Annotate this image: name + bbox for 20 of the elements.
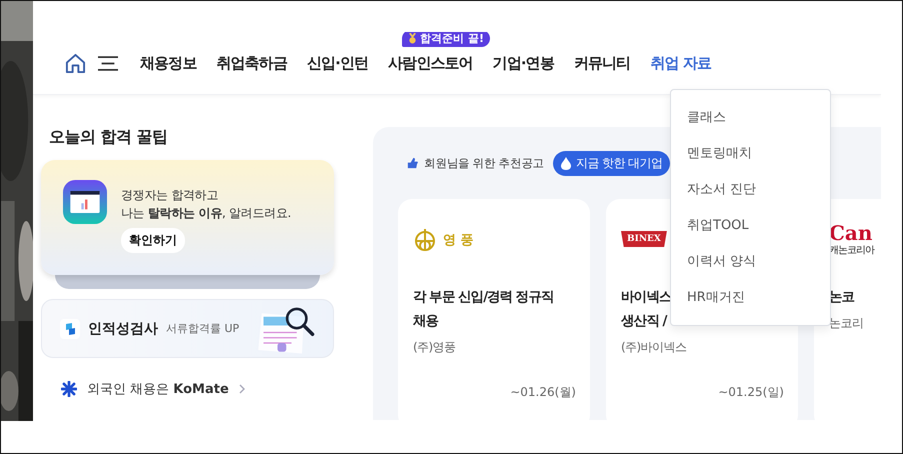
deadline-date: ~01.25(일) [718, 384, 784, 401]
job-title: 각 부문 신입/경력 정규직 [413, 288, 554, 307]
promo-text: 나는 탈락하는 이유, 알려드려요. [121, 205, 292, 222]
test-subtitle: 서류합격률 UP [166, 321, 240, 336]
section-heading: 회원님을 위한 추천공고 [424, 156, 544, 171]
promo-text: 경쟁자는 합격하고 [121, 187, 218, 204]
job-title: 채용 [413, 312, 438, 331]
company-logo: Can 캐논코리아 [829, 225, 874, 255]
job-title: 바이넥스 [621, 288, 672, 307]
badge-text: 합격준비 끝! [420, 32, 484, 46]
company-name: (주)바이넥스 [621, 339, 688, 356]
deadline-date: ~01.26(월) [510, 384, 576, 401]
job-title: 논코 [829, 288, 854, 307]
section-title: 오늘의 합격 꿀팁 [49, 127, 169, 148]
job-title: 생산직 / [621, 312, 666, 331]
test-title: 인적성검사 [88, 320, 158, 338]
company-name: 논코리 [829, 315, 864, 332]
company-name: (주)영풍 [413, 339, 456, 356]
company-logo: BINEX [621, 231, 667, 247]
company-logo: 영 풍 [413, 225, 474, 255]
